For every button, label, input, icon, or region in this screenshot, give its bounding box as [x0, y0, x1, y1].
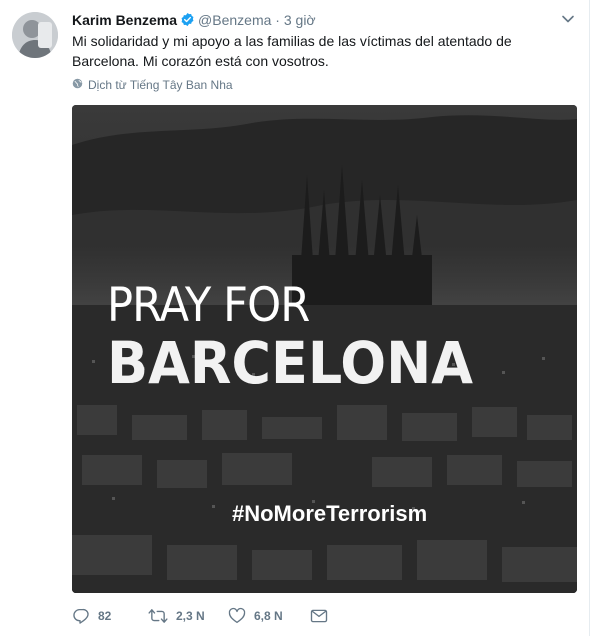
- author-name[interactable]: Karim Benzema: [72, 12, 177, 28]
- image-text-pray-for: PRAY FOR: [107, 278, 310, 333]
- globe-icon: [72, 77, 83, 93]
- image-text-barcelona: BARCELONA: [107, 329, 474, 397]
- translate-link[interactable]: Dịch từ Tiếng Tây Ban Nha: [72, 77, 233, 93]
- tweet-header: Karim Benzema @Benzema · 3 giờ: [72, 11, 316, 31]
- like-button[interactable]: 6,8 N: [228, 606, 310, 626]
- author-handle[interactable]: @Benzema: [198, 12, 271, 28]
- tweet-actions: 82 2,3 N 6,8 N: [72, 606, 328, 626]
- tweet-image[interactable]: PRAY FOR BARCELONA #NoMoreTerrorism: [72, 105, 577, 593]
- reply-button[interactable]: 82: [72, 606, 148, 626]
- tweet: Karim Benzema @Benzema · 3 giờ Mi solidar…: [0, 0, 590, 636]
- like-count: 6,8 N: [254, 609, 283, 623]
- direct-message-icon: [310, 608, 328, 624]
- retweet-button[interactable]: 2,3 N: [148, 606, 228, 626]
- heart-icon: [228, 607, 246, 625]
- reply-icon: [72, 607, 90, 625]
- tweet-text: Mi solidaridad y mi apoyo a las familias…: [72, 33, 512, 69]
- reply-count: 82: [98, 609, 112, 623]
- image-text-hashtag: #NoMoreTerrorism: [232, 501, 428, 526]
- verified-icon: [180, 12, 195, 31]
- retweet-count: 2,3 N: [176, 609, 205, 623]
- avatar[interactable]: [12, 12, 58, 58]
- translate-label: Dịch từ Tiếng Tây Ban Nha: [88, 78, 233, 92]
- retweet-icon: [148, 607, 168, 625]
- timestamp[interactable]: 3 giờ: [284, 12, 316, 28]
- separator-dot: ·: [275, 12, 280, 28]
- chevron-down-icon[interactable]: [561, 12, 575, 26]
- direct-message-button[interactable]: [310, 606, 328, 626]
